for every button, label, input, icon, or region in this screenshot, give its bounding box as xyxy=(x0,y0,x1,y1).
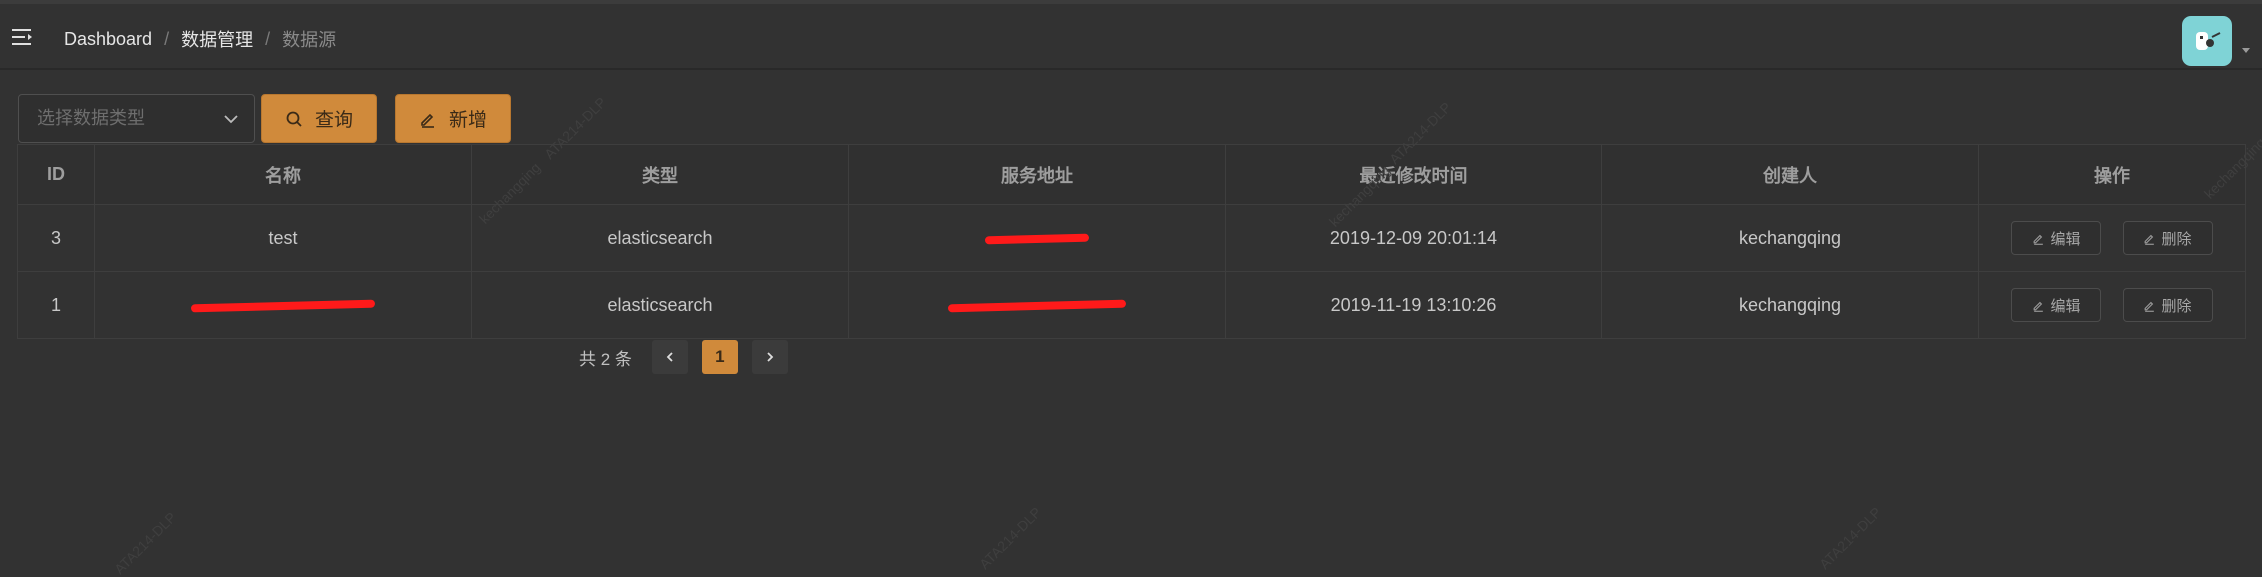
cell-creator: kechangqing xyxy=(1601,271,1979,339)
breadcrumb-data-management[interactable]: 数据管理 xyxy=(181,26,253,52)
column-header-address: 服务地址 xyxy=(848,144,1226,205)
delete-button[interactable]: 删除 xyxy=(2122,288,2213,322)
data-source-table: ID 名称 类型 服务地址 最近修改时间 创建人 操作 3 test elast… xyxy=(17,144,2246,339)
cell-actions: 编辑 删除 xyxy=(1978,271,2246,339)
next-page-button[interactable] xyxy=(751,340,788,374)
watermark-text: ATA214-DLP xyxy=(111,508,180,577)
breadcrumb: Dashboard / 数据管理 / 数据源 xyxy=(64,26,336,52)
delete-button[interactable]: 删除 xyxy=(2122,221,2213,255)
user-menu-caret-icon[interactable] xyxy=(2242,48,2250,53)
menu-toggle-icon[interactable] xyxy=(12,28,34,46)
prev-page-button[interactable] xyxy=(651,340,688,374)
chevron-down-icon xyxy=(224,115,238,124)
cell-creator: kechangqing xyxy=(1601,204,1979,272)
watermark-text: ATA214-DLP xyxy=(976,503,1045,573)
edit-button-label: 编辑 xyxy=(2050,230,2081,248)
edit-button-label: 编辑 xyxy=(2050,297,2081,315)
breadcrumb-separator: / xyxy=(265,28,271,49)
avatar[interactable] xyxy=(2182,16,2232,66)
table-header-row: ID 名称 类型 服务地址 最近修改时间 创建人 操作 xyxy=(17,144,2246,205)
edit-icon xyxy=(2034,301,2044,312)
watermark-text: ATA214-DLP xyxy=(1816,503,1885,573)
page-number-button[interactable]: 1 xyxy=(701,340,738,374)
cell-address xyxy=(848,204,1226,272)
cell-address xyxy=(848,271,1226,339)
redacted-address xyxy=(947,299,1127,313)
type-select[interactable] xyxy=(18,94,255,143)
redacted-name xyxy=(190,299,376,313)
breadcrumb-separator: / xyxy=(164,28,170,49)
edit-icon xyxy=(2034,234,2044,245)
column-header-name: 名称 xyxy=(94,144,472,205)
table-row: 1 elasticsearch 2019-11-19 13:10:26 kech… xyxy=(17,271,2246,339)
delete-button-label: 删除 xyxy=(2161,297,2192,315)
query-button[interactable]: 查询 xyxy=(261,94,377,143)
cell-type: elasticsearch xyxy=(471,204,849,272)
table-row: 3 test elasticsearch 2019-12-09 20:01:14… xyxy=(17,204,2246,272)
cell-actions: 编辑 删除 xyxy=(1978,204,2246,272)
cell-id: 1 xyxy=(17,271,95,339)
pagination-total: 共 2 条 xyxy=(579,349,632,369)
type-select-input[interactable] xyxy=(19,95,227,142)
cell-name: test xyxy=(94,204,472,272)
chevron-right-icon xyxy=(767,352,774,362)
redacted-address xyxy=(984,233,1090,245)
edit-icon xyxy=(2145,234,2155,245)
edit-button[interactable]: 编辑 xyxy=(2011,221,2102,255)
column-header-creator: 创建人 xyxy=(1601,144,1979,205)
edit-icon xyxy=(421,113,434,128)
cell-modified: 2019-11-19 13:10:26 xyxy=(1225,271,1602,339)
cell-name xyxy=(94,271,472,339)
breadcrumb-data-source: 数据源 xyxy=(282,30,337,50)
query-button-label: 查询 xyxy=(314,110,353,131)
column-header-modified: 最近修改时间 xyxy=(1225,144,1602,205)
edit-icon xyxy=(2145,301,2155,312)
edit-button[interactable]: 编辑 xyxy=(2011,288,2102,322)
add-button[interactable]: 新增 xyxy=(395,94,511,143)
chevron-left-icon xyxy=(666,352,673,362)
breadcrumb-dashboard[interactable]: Dashboard xyxy=(64,29,152,50)
cell-modified: 2019-12-09 20:01:14 xyxy=(1225,204,1602,272)
delete-button-label: 删除 xyxy=(2161,230,2192,248)
column-header-id: ID xyxy=(17,144,95,205)
search-icon xyxy=(286,111,302,127)
user-avatar-icon xyxy=(2196,32,2221,50)
cell-type: elasticsearch xyxy=(471,271,849,339)
add-button-label: 新增 xyxy=(448,110,487,131)
cell-id: 3 xyxy=(17,204,95,272)
pagination: 共 2 条 1 xyxy=(579,340,802,374)
top-bar: Dashboard / 数据管理 / 数据源 xyxy=(0,0,2262,70)
